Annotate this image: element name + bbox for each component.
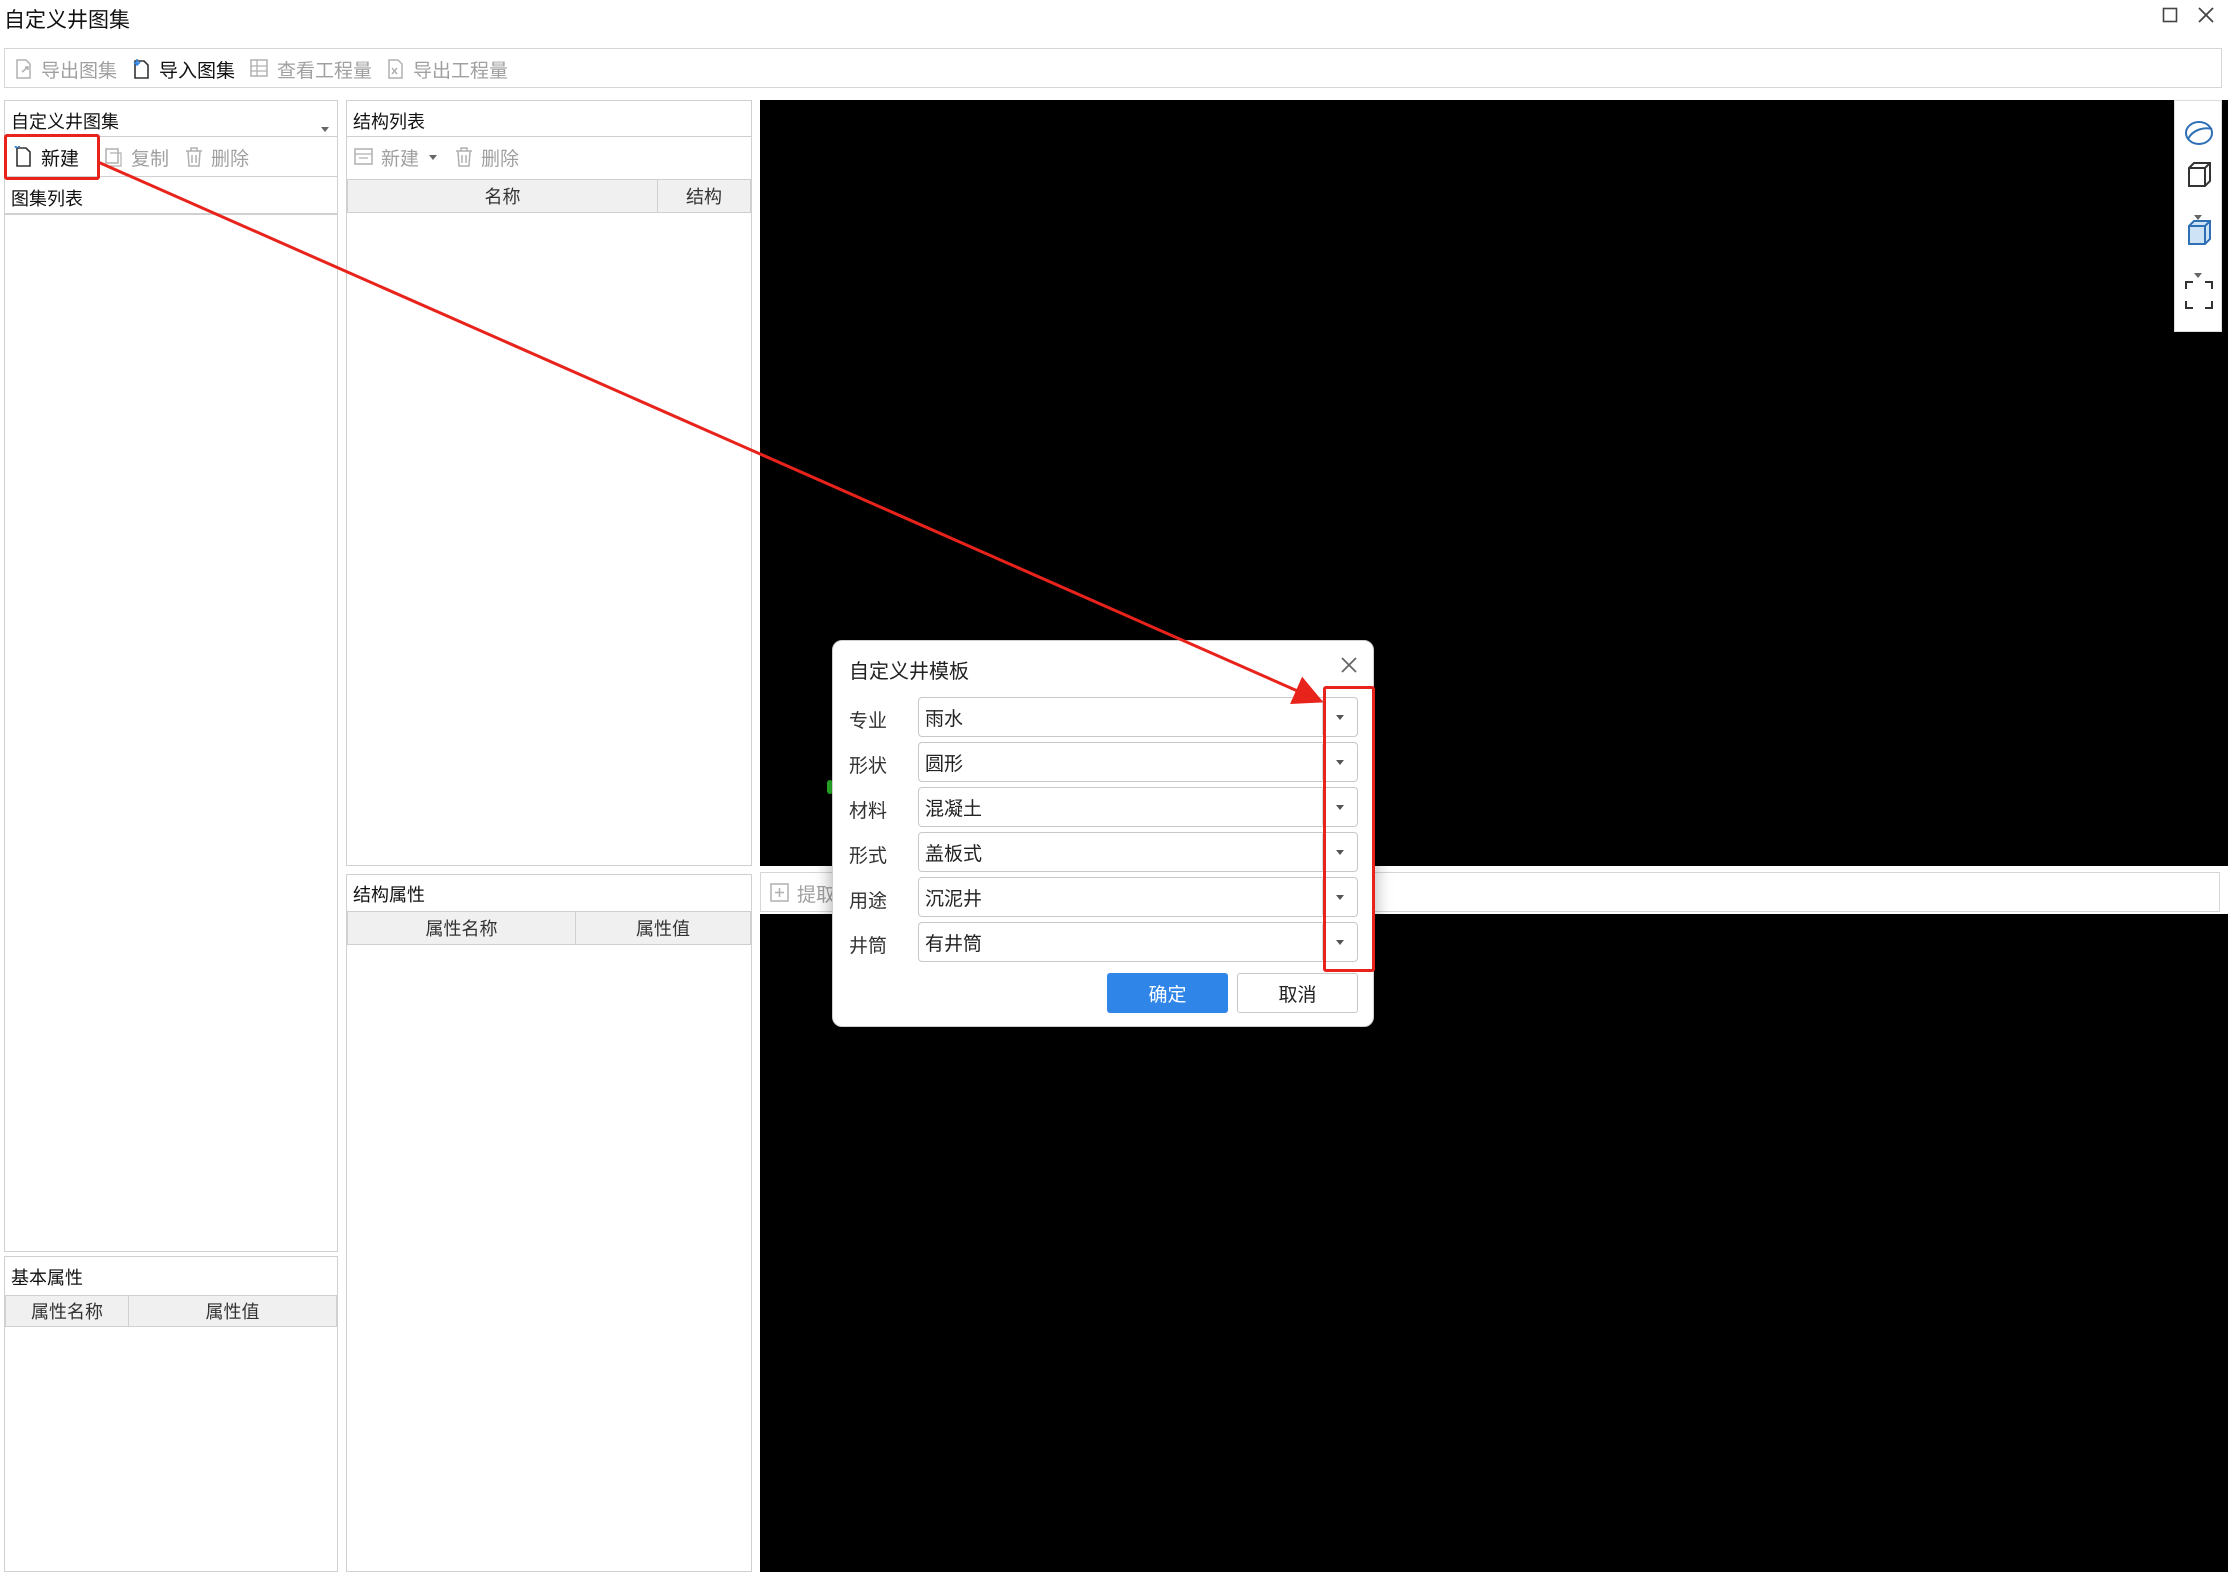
field-label-shape: 形状 [849,755,888,777]
confirm-button[interactable]: 确定 [1107,973,1228,1013]
table-grid-icon [249,58,271,80]
window-title: 自定义井图集 [4,8,130,32]
delete-structure-button[interactable]: 删除 [453,145,520,170]
maximize-button[interactable] [2158,5,2182,29]
trash-icon [183,146,205,168]
annotation-dropdown-highlight [1323,686,1375,972]
atlas-selector-value: 自定义井图集 [11,112,119,133]
close-icon [1339,657,1359,679]
delete-structure-label: 删除 [481,147,520,170]
field-label-material: 材料 [849,800,888,822]
structure-list-actions: 新建 删除 [347,137,751,177]
basic-properties-header: 基本属性 [5,1257,337,1293]
shape-select[interactable]: 圆形 [918,742,1358,782]
field-label-form: 形式 [849,845,888,867]
new-structure-label: 新建 [381,147,420,170]
basic-properties-title: 基本属性 [11,1268,83,1289]
form-select[interactable]: 盖板式 [918,832,1358,872]
basic-props-col-name: 属性名称 [5,1295,129,1327]
well-template-dialog: 自定义井模板 专业 雨水 形状 圆形 材料 混凝土 形式 盖板式 用途 沉泥井 … [832,640,1374,1027]
export-atlas-label: 导出图集 [41,59,118,82]
shaft-value: 有井筒 [925,932,983,955]
field-label-specialty: 专业 [849,710,888,732]
import-file-icon [131,58,153,80]
close-icon [2197,6,2215,28]
structure-list-panel: 结构列表 新建 删除 名称 结构 [346,100,752,866]
material-value: 混凝土 [925,797,983,820]
delete-atlas-button[interactable]: 删除 [183,145,250,170]
shaft-select[interactable]: 有井筒 [918,922,1358,962]
new-structure-icon [353,146,375,168]
specialty-value: 雨水 [925,707,964,730]
extract-label: 提取 [797,883,836,906]
title-bar: 自定义井图集 [0,0,2228,36]
structure-col-structure: 结构 [657,179,751,213]
view-quantities-button[interactable]: 查看工程量 [249,57,373,82]
chevron-down-icon [321,117,329,136]
view-quantities-label: 查看工程量 [277,59,373,82]
orbit-icon [2183,121,2215,153]
extract-icon [769,882,791,904]
dialog-title: 自定义井模板 [849,659,969,683]
maximize-icon [2162,7,2178,27]
cube-outline-icon [2183,162,2215,195]
export-quantities-label: 导出工程量 [413,59,509,82]
structure-col-name: 名称 [347,179,658,213]
structure-properties-panel: 结构属性 属性名称 属性值 [346,874,752,1572]
copy-atlas-button[interactable]: 复制 [103,145,170,170]
trash-icon [453,146,475,168]
copy-icon [103,146,125,168]
export-excel-icon [385,58,407,80]
structure-props-col-value: 属性值 [575,911,751,945]
cancel-button[interactable]: 取消 [1237,973,1358,1013]
box-view-button[interactable] [2183,159,2215,191]
chevron-down-icon [429,154,438,160]
export-atlas-button[interactable]: 导出图集 [13,57,118,82]
new-structure-button[interactable]: 新建 [353,145,438,170]
export-file-icon [13,58,35,80]
delete-atlas-label: 删除 [211,147,250,170]
structure-properties-title: 结构属性 [353,885,425,906]
main-toolbar: 导出图集 导入图集 查看工程量 导出工程量 [4,48,2222,88]
close-window-button[interactable] [2194,5,2218,29]
import-atlas-button[interactable]: 导入图集 [131,57,236,82]
extract-button[interactable]: 提取 [769,881,836,906]
purpose-value: 沉泥井 [925,887,983,910]
structure-props-col-name: 属性名称 [347,911,576,945]
form-value: 盖板式 [925,842,983,865]
atlas-list[interactable] [5,217,337,1251]
orbit-view-button[interactable] [2183,117,2215,149]
dialog-close-button[interactable] [1339,655,1361,677]
cube-shaded-icon [2183,220,2215,253]
import-atlas-label: 导入图集 [159,59,236,82]
basic-properties-panel: 基本属性 属性名称 属性值 [4,1256,338,1572]
export-quantities-button[interactable]: 导出工程量 [385,57,509,82]
shape-value: 圆形 [925,752,964,775]
copy-atlas-label: 复制 [131,147,170,170]
field-label-shaft: 井筒 [849,935,888,957]
atlas-selector[interactable]: 自定义井图集 [5,101,337,137]
atlas-list-title: 图集列表 [11,189,83,210]
atlas-panel: 自定义井图集 新建 复制 删除 图集列表 [4,100,338,1252]
view-tools [2174,100,2222,332]
fullscreen-icon [2183,281,2215,315]
structure-list-header: 结构列表 [347,101,751,137]
fullscreen-button[interactable] [2183,279,2215,311]
basic-props-col-value: 属性值 [128,1295,337,1327]
shaded-view-button[interactable] [2183,217,2215,249]
structure-list[interactable] [347,213,751,865]
purpose-select[interactable]: 沉泥井 [918,877,1358,917]
atlas-list-header: 图集列表 [5,177,337,215]
material-select[interactable]: 混凝土 [918,787,1358,827]
specialty-select[interactable]: 雨水 [918,697,1358,737]
annotation-new-button-highlight [4,134,100,180]
structure-properties-header: 结构属性 [347,875,751,909]
field-label-purpose: 用途 [849,890,888,912]
structure-list-title: 结构列表 [353,112,425,133]
